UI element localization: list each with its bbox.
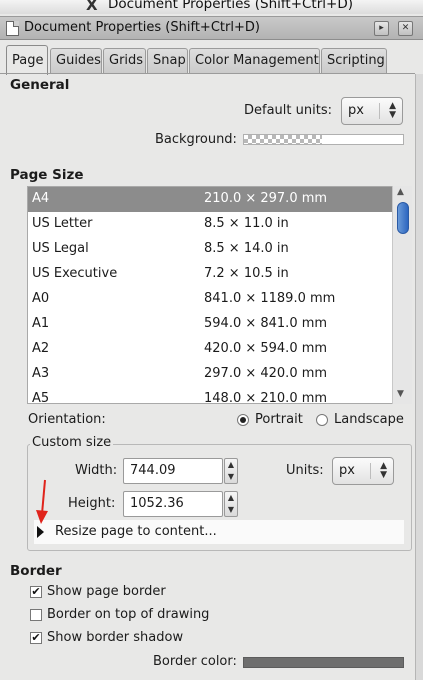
border-heading: Border [10,563,62,579]
default-units-select[interactable]: px ▲ ▼ [341,97,403,125]
tab-scripting[interactable]: Scripting [321,48,387,74]
page-size-scrollbar[interactable]: ▲ ▼ [392,186,412,404]
list-item-name: A1 [32,316,50,331]
list-item[interactable]: A1 594.0 × 841.0 mm [28,312,392,337]
list-item[interactable]: A0 841.0 × 1189.0 mm [28,287,392,312]
portrait-radio[interactable] [237,414,249,426]
list-item[interactable]: US Letter 8.5 × 11.0 in [28,212,392,237]
width-input[interactable]: 744.09 [123,458,223,484]
height-spin-buttons[interactable]: ▲ ▼ [224,491,238,517]
scroll-down-icon[interactable]: ▼ [397,389,404,399]
show-shadow-label[interactable]: Show border shadow [47,630,183,645]
landscape-radio[interactable] [316,414,328,426]
tab-guides-label: Guides [56,53,101,68]
landscape-label[interactable]: Landscape [334,412,404,427]
width-label: Width: [75,463,118,478]
list-item-name: A4 [32,191,50,206]
list-item[interactable]: A2 420.0 × 594.0 mm [28,337,392,362]
background-color-swatch[interactable] [243,134,323,145]
background-label: Background: [155,132,237,147]
border-color-swatch[interactable] [243,657,404,668]
border-on-top-checkbox[interactable] [30,609,42,621]
tab-color-management[interactable]: Color Management [189,48,320,74]
list-item[interactable]: A5 148.0 × 210.0 mm [28,387,392,404]
dock-close-button[interactable]: ✕ [398,21,413,36]
scroll-up-icon[interactable]: ▲ [397,187,404,197]
list-item-size: 841.0 × 1189.0 mm [204,291,336,306]
height-label: Height: [68,496,116,511]
show-border-label[interactable]: Show page border [47,584,166,599]
tab-page[interactable]: Page [6,45,48,75]
tab-scripting-label: Scripting [327,53,385,68]
list-item-size: 594.0 × 841.0 mm [204,316,328,331]
tab-snap[interactable]: Snap [147,48,188,74]
width-spin-buttons[interactable]: ▲ ▼ [224,458,238,484]
page-size-heading: Page Size [10,167,84,183]
dock-title: Document Properties (Shift+Ctrl+D) [24,20,260,35]
combo-separator [370,463,371,479]
expander-triangle-icon[interactable] [37,526,44,538]
default-units-value: px [348,103,364,118]
list-item-size: 210.0 × 297.0 mm [204,191,328,206]
list-item[interactable]: US Executive 7.2 × 10.5 in [28,262,392,287]
dock-header: Document Properties (Shift+Ctrl+D) ▸ ✕ [0,16,423,40]
window-title: Document Properties (Shift+Ctrl+D) [108,0,354,12]
resize-page-label: Resize page to content... [55,524,217,539]
list-item-name: A5 [32,391,50,404]
page-size-list[interactable]: A4 210.0 × 297.0 mm US Letter 8.5 × 11.0… [27,186,412,404]
units-value: px [339,463,355,478]
list-item-name: A2 [32,341,50,356]
list-item-name: US Legal [32,241,89,256]
height-input[interactable]: 1052.36 [123,491,223,517]
show-shadow-checkbox[interactable]: ✔ [30,632,42,644]
x-logo-icon: X [86,0,98,14]
default-units-label: Default units: [244,103,332,118]
list-item-size: 7.2 × 10.5 in [204,266,289,281]
list-item-size: 297.0 × 420.0 mm [204,366,328,381]
window-edge [415,74,423,680]
list-item[interactable]: A3 297.0 × 420.0 mm [28,362,392,387]
dock-collapse-button[interactable]: ▸ [374,21,389,36]
custom-size-heading: Custom size [30,435,114,450]
portrait-label[interactable]: Portrait [255,412,303,427]
list-item[interactable]: A4 210.0 × 297.0 mm [28,187,392,212]
background-color-swatch-opaque[interactable] [322,134,404,145]
list-item-name: A3 [32,366,50,381]
tab-grids-label: Grids [109,53,144,68]
tab-grids[interactable]: Grids [103,48,146,74]
annotation-arrow-icon [36,479,48,524]
height-value: 1052.36 [130,496,184,511]
tab-snap-label: Snap [153,53,186,68]
general-heading: General [10,77,70,93]
show-border-checkbox[interactable]: ✔ [30,586,42,598]
tab-color-management-label: Color Management [195,53,319,68]
document-icon [6,21,19,36]
border-on-top-label[interactable]: Border on top of drawing [47,607,209,622]
list-item-name: US Letter [32,216,93,231]
list-item-size: 148.0 × 210.0 mm [204,391,328,404]
window-titlebar: X Document Properties (Shift+Ctrl+D) [0,0,423,14]
border-color-label: Border color: [153,654,237,669]
resize-page-expander[interactable]: Resize page to content... [34,520,404,544]
tab-bar-divider [0,73,415,74]
updown-arrows-icon: ▲ ▼ [380,461,387,480]
list-item-name: US Executive [32,266,118,281]
combo-separator [379,103,380,119]
units-select[interactable]: px ▲ ▼ [332,457,394,485]
list-item-name: A0 [32,291,50,306]
list-item-size: 8.5 × 11.0 in [204,216,289,231]
units-label: Units: [286,463,324,478]
list-item-size: 420.0 × 594.0 mm [204,341,328,356]
list-item[interactable]: US Legal 8.5 × 14.0 in [28,237,392,262]
tab-guides[interactable]: Guides [50,48,102,74]
scrollbar-thumb[interactable] [397,202,409,234]
width-value: 744.09 [130,463,176,478]
orientation-label: Orientation: [28,412,106,427]
updown-arrows-icon: ▲ ▼ [389,101,396,120]
tab-page-label: Page [12,53,44,68]
list-item-size: 8.5 × 14.0 in [204,241,289,256]
